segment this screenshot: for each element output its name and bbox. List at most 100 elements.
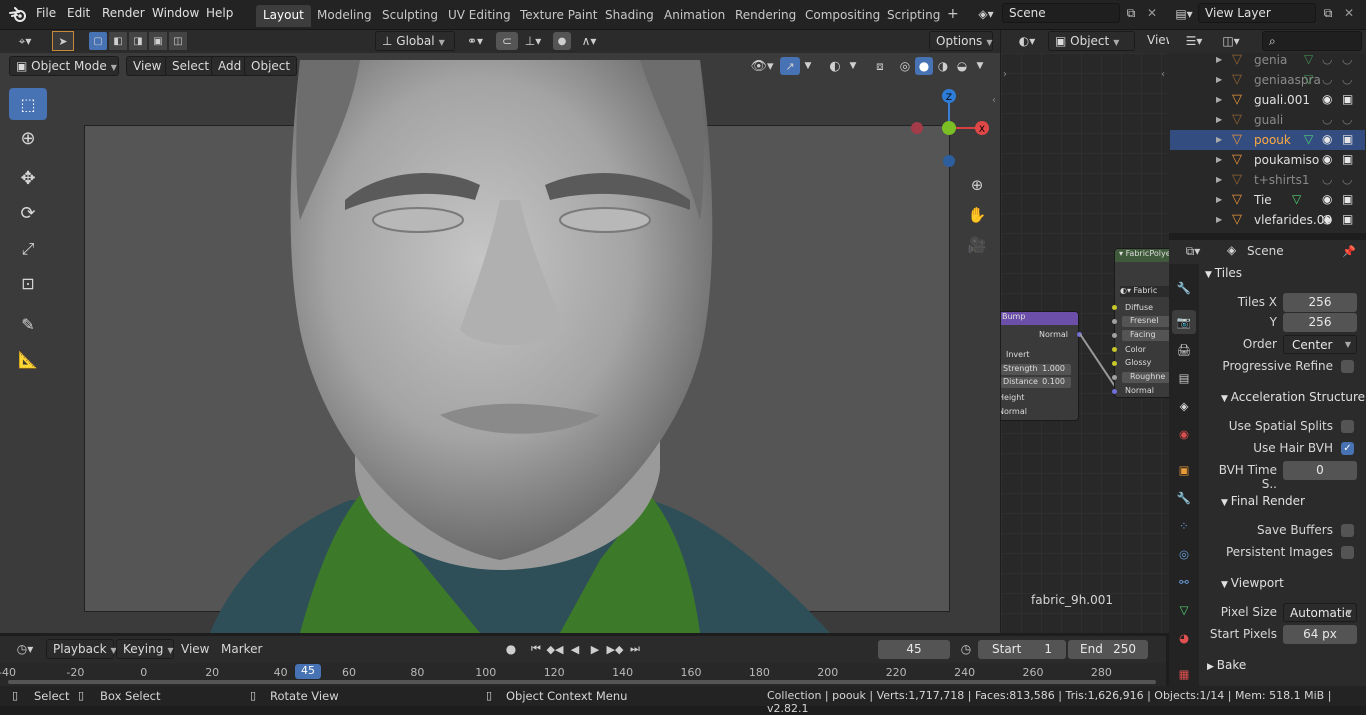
pivot-icon[interactable]: ⚭▾ xyxy=(460,32,490,50)
outliner-row[interactable]: ▶ ▽ poukamiso ◉ ▣ xyxy=(1170,150,1365,170)
timeline-marker-menu[interactable]: Marker xyxy=(221,642,262,656)
pin-icon[interactable]: 📌 xyxy=(1341,243,1357,259)
sidebar-toggle-icon[interactable]: ‹ xyxy=(989,92,999,108)
fabric-input-roughness[interactable]: Roughne xyxy=(1122,372,1169,383)
tool-select-box[interactable]: ⬚ xyxy=(9,88,47,120)
tab-output[interactable]: 🖨 xyxy=(1172,338,1196,362)
outliner-row[interactable]: ▶ ▽ Tie ▽ ◉ ▣ xyxy=(1170,190,1365,210)
socket-glossy[interactable] xyxy=(1112,361,1117,366)
visibility-eye-icon[interactable]: ◉ xyxy=(1322,192,1332,206)
menu-render[interactable]: Render xyxy=(102,6,145,20)
tiles-y-field[interactable]: 256 xyxy=(1283,313,1357,332)
mode-intersect-icon[interactable]: ◫ xyxy=(169,32,187,50)
expand-arrow-icon[interactable]: ▶ xyxy=(1216,135,1222,144)
camera-view-icon[interactable]: 🎥 xyxy=(965,233,989,257)
fabric-material-field[interactable]: ◐▾ Fabric xyxy=(1120,286,1169,297)
tab-animation[interactable]: Animation xyxy=(657,5,732,27)
persistent-images-checkbox[interactable] xyxy=(1341,546,1354,559)
tool-rotate[interactable]: ⟳ xyxy=(9,197,47,229)
expand-arrow-icon[interactable]: ▶ xyxy=(1216,175,1222,184)
tab-uv-editing[interactable]: UV Editing xyxy=(441,5,518,27)
tool-move[interactable]: ✥ xyxy=(9,162,47,194)
tab-tool[interactable]: 🔧 xyxy=(1172,276,1196,300)
socket-diffuse[interactable] xyxy=(1112,305,1117,310)
outliner-search-input[interactable]: ⌕ xyxy=(1262,31,1362,51)
tab-rendering[interactable]: Rendering xyxy=(728,5,803,27)
mode-new-icon[interactable]: ▢ xyxy=(89,32,107,50)
tool-scale[interactable]: ⤢ xyxy=(9,233,47,265)
outliner-item-name[interactable]: poukamiso xyxy=(1254,153,1319,167)
tab-constraints[interactable]: ⚯ xyxy=(1172,570,1196,594)
navigation-gizmo[interactable]: Z X xyxy=(905,85,995,170)
keying-menu[interactable]: Keying ▼ xyxy=(116,639,174,659)
render-camera-icon[interactable]: ◡ xyxy=(1342,52,1352,66)
expand-arrow-icon[interactable]: ▶ xyxy=(1216,95,1222,104)
visibility-eye-icon[interactable]: ◉ xyxy=(1322,132,1332,146)
mode-subtract-icon[interactable]: ◨ xyxy=(129,32,147,50)
playback-menu[interactable]: Playback ▼ xyxy=(46,639,117,659)
editor-type-icon[interactable]: ⌖▾ xyxy=(10,32,40,50)
tab-physics[interactable]: ◎ xyxy=(1172,542,1196,566)
socket-facing[interactable] xyxy=(1112,333,1117,338)
visibility-eye-icon[interactable]: ◉ xyxy=(1322,152,1332,166)
visibility-eye-icon[interactable]: ◡ xyxy=(1322,72,1332,86)
shading-material-icon[interactable]: ◑ xyxy=(934,57,952,75)
tool-transform[interactable]: ⊡ xyxy=(9,267,47,299)
options-dropdown[interactable]: Options ▼ xyxy=(929,31,993,51)
tool-annotate[interactable]: ✎ xyxy=(9,308,47,340)
tab-texture-paint[interactable]: Texture Paint xyxy=(513,5,604,27)
viewport-menu-view[interactable]: View xyxy=(126,56,169,76)
timeline[interactable]: ◷▾ Playback ▼ Keying ▼ View Marker ● ⏮ ◆◀ … xyxy=(0,636,1166,686)
viewport-menu-add[interactable]: Add xyxy=(211,56,249,76)
tab-material[interactable]: ◕ xyxy=(1172,626,1196,650)
render-camera-icon[interactable]: ▣ xyxy=(1342,212,1353,226)
shading-dropdown-icon[interactable]: ▼ xyxy=(974,58,986,74)
render-camera-icon[interactable]: ▣ xyxy=(1342,192,1353,206)
end-frame-field[interactable]: End 250 xyxy=(1068,640,1148,659)
visibility-eye-icon[interactable]: ◉ xyxy=(1322,92,1332,106)
outliner-item-name[interactable]: genia xyxy=(1254,53,1287,67)
tab-world[interactable]: ◉ xyxy=(1172,422,1196,446)
outliner-item-name[interactable]: guali xyxy=(1254,113,1283,127)
socket-roughness[interactable] xyxy=(1112,375,1117,380)
node-toolbar-toggle-icon[interactable]: ‹ xyxy=(1159,67,1167,81)
delete-scene-icon[interactable]: ✕ xyxy=(1143,4,1161,22)
viewport-panel-header[interactable]: ▼ Viewport xyxy=(1221,576,1284,590)
timeline-type-icon[interactable]: ◷▾ xyxy=(10,640,40,658)
shading-solid-icon[interactable]: ● xyxy=(915,57,933,75)
menu-help[interactable]: Help xyxy=(206,6,233,20)
accel-panel-header[interactable]: ▼ Acceleration Structure xyxy=(1221,390,1365,404)
select-tool-icon[interactable]: ➤ xyxy=(52,31,74,51)
node-editor[interactable]: › ‹ Bump Normal Invert Strength 1.000 Dis… xyxy=(1001,53,1169,633)
shading-rendered-icon[interactable]: ◒ xyxy=(953,57,971,75)
tab-sculpting[interactable]: Sculpting xyxy=(375,5,445,27)
node-editor-type-icon[interactable]: ◐▾ xyxy=(1012,32,1042,50)
outliner-row[interactable]: ▶ ▽ genia ▽ ◡ ◡ xyxy=(1170,50,1365,70)
outliner-row[interactable]: ▶ ▽ guali ◡ ◡ xyxy=(1170,110,1365,130)
pixel-size-dropdown[interactable]: Automatic ▼ xyxy=(1283,603,1357,622)
progressive-refine-checkbox[interactable] xyxy=(1341,360,1354,373)
tab-scripting[interactable]: Scripting xyxy=(880,5,947,27)
display-mode-icon[interactable]: ◫▾ xyxy=(1216,32,1246,50)
tab-modeling[interactable]: Modeling xyxy=(310,5,379,27)
node-sidebar-toggle-icon[interactable]: › xyxy=(1001,67,1009,81)
view-layer-field[interactable]: View Layer xyxy=(1198,3,1316,23)
blender-logo-icon[interactable] xyxy=(8,5,28,25)
object-mode-dropdown[interactable]: ▣ Object Mode ▼ xyxy=(9,56,119,76)
expand-arrow-icon[interactable]: ▶ xyxy=(1216,75,1222,84)
play-icon[interactable]: ▶ xyxy=(586,640,604,658)
tab-object[interactable]: ▣ xyxy=(1172,458,1196,482)
visibility-eye-icon[interactable]: ◡ xyxy=(1322,112,1332,126)
tool-measure[interactable]: 📐 xyxy=(9,343,47,375)
expand-arrow-icon[interactable]: ▶ xyxy=(1216,155,1222,164)
scene-icon[interactable]: ◈▾ xyxy=(972,4,1000,24)
pan-hand-icon[interactable]: ✋ xyxy=(965,203,989,227)
order-dropdown[interactable]: Center ▼ xyxy=(1283,335,1357,354)
jump-end-icon[interactable]: ⏭ xyxy=(626,640,644,658)
render-camera-icon[interactable]: ▣ xyxy=(1342,92,1353,106)
add-workspace-icon[interactable]: + xyxy=(940,3,966,25)
tab-modifiers[interactable]: 🔧 xyxy=(1172,486,1196,510)
expand-arrow-icon[interactable]: ▶ xyxy=(1216,215,1222,224)
tab-render[interactable]: 📷 xyxy=(1172,310,1196,334)
shading-wireframe-icon[interactable]: ◎ xyxy=(896,57,914,75)
